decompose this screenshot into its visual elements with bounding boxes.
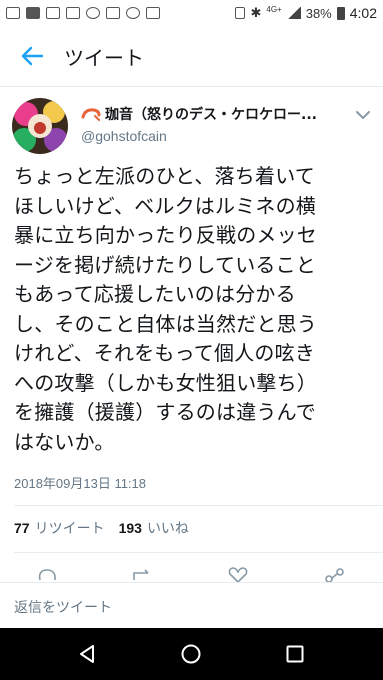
vibrate-icon	[235, 7, 246, 19]
back-button[interactable]	[0, 26, 64, 86]
tweet-line: 暴に立ち向かったり反戦のメッセ	[14, 223, 317, 247]
tweet-line: けれど、それをもって個人の呟き	[14, 341, 315, 365]
shrimp-icon	[81, 108, 101, 121]
image-icon	[146, 7, 160, 19]
app-bar: ツイート	[0, 26, 383, 86]
reply-input[interactable]: 返信をツイート	[14, 597, 112, 617]
app-notification-icon	[26, 7, 40, 19]
system-indicators: ✱ 4G+ 38% 4:02	[235, 5, 377, 21]
tweet-line: し、そのこと自体は当然だと思う	[14, 311, 317, 336]
reply-bar[interactable]: 返信をツイート	[0, 582, 383, 628]
clock: 4:02	[349, 5, 377, 21]
tweet-actions	[0, 562, 383, 582]
back-triangle-icon[interactable]	[76, 643, 98, 665]
author-info: 珈音（怒りのデス・ケロケロー... @gohstofcain	[81, 98, 371, 154]
notification-icon	[126, 7, 140, 19]
message-icon	[6, 7, 20, 19]
tweet-timestamp: 2018年09月13日 11:18	[14, 476, 147, 491]
news-icon	[46, 7, 60, 19]
retweet-count[interactable]: 77	[14, 520, 30, 536]
battery-percent: 38%	[305, 5, 332, 21]
tweet-line: ージを掲げ続けたりしていること	[14, 252, 316, 277]
tweet-line: ほしいけど、ベルクはルミネの横	[14, 193, 316, 218]
divider	[14, 505, 383, 506]
signal-icon	[286, 7, 301, 19]
tweet-author[interactable]: 珈音（怒りのデス・ケロケロー... @gohstofcain	[12, 98, 372, 154]
share-icon[interactable]	[324, 566, 346, 582]
chrome-icon	[86, 7, 100, 19]
divider	[0, 86, 383, 87]
author-name-row: 珈音（怒りのデス・ケロケロー...	[81, 104, 371, 124]
chevron-down-icon[interactable]	[354, 108, 372, 122]
status-bar: ✱ 4G+ 38% 4:02	[0, 0, 383, 26]
tweet-line: を擁護（援護）するのは違うんで	[14, 400, 316, 424]
heart-icon[interactable]	[227, 566, 249, 582]
divider	[14, 552, 383, 553]
author-name[interactable]: 珈音（怒りのデス・ケロケロー...	[105, 104, 317, 124]
tweet-stats: 77 リツイート 193 いいね	[14, 518, 203, 538]
recents-square-icon[interactable]	[284, 643, 306, 665]
system-navigation-bar	[0, 628, 383, 680]
notification-icons	[6, 7, 160, 19]
avatar[interactable]	[12, 98, 68, 154]
retweet-label[interactable]: リツイート	[35, 518, 105, 538]
tweet-text: ちょっと左派のひと、落ち着いて ほしいけど、ベルクはルミネの横 暴に立ち向かった…	[14, 162, 374, 457]
bluetooth-icon: ✱	[250, 5, 262, 20]
tweet-line: への攻撃（しかも女性狙い撃ち）	[14, 370, 317, 395]
home-circle-icon[interactable]	[180, 643, 202, 665]
like-label[interactable]: いいね	[147, 518, 189, 538]
page-title: ツイート	[64, 45, 144, 70]
calendar-icon	[66, 7, 80, 19]
like-count[interactable]: 193	[119, 520, 142, 536]
retweet-icon[interactable]	[131, 566, 153, 582]
reply-icon[interactable]	[36, 566, 58, 582]
network-type: 4G+	[266, 4, 282, 14]
author-handle[interactable]: @gohstofcain	[81, 128, 371, 144]
arrow-left-icon	[21, 46, 43, 66]
battery-icon	[336, 6, 345, 20]
tweet-line: ちょっと左派のひと、落ち着いて	[14, 164, 315, 188]
tweet-line: はないか。	[14, 429, 115, 454]
mail-icon	[106, 7, 120, 19]
tweet-line: もあって応援したいのは分かる	[14, 282, 296, 306]
